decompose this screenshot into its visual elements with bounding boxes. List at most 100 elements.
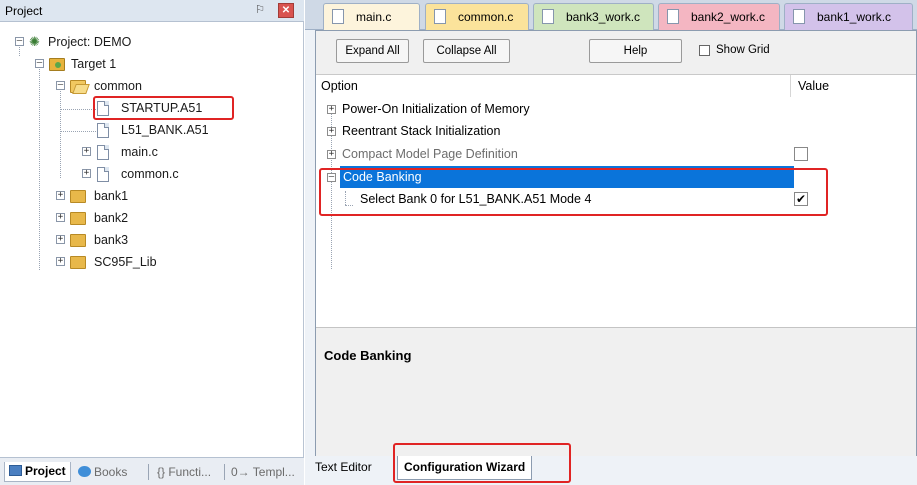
file-icon bbox=[542, 9, 554, 24]
expand-all-button[interactable]: Expand All bbox=[336, 39, 409, 63]
column-divider bbox=[790, 75, 791, 97]
folder-open-icon bbox=[70, 80, 86, 93]
tab-bank3-work-c[interactable]: bank3_work.c bbox=[533, 3, 654, 30]
tree-item-label: bank2 bbox=[94, 211, 129, 225]
file-tab-strip: main.c common.c bank3_work.c bank2_work.… bbox=[305, 0, 917, 30]
tree-item-label: STARTUP.A51 bbox=[121, 101, 203, 115]
tab-label: Project bbox=[25, 464, 66, 478]
file-icon bbox=[434, 9, 446, 24]
option-label: Select Bank 0 for L51_BANK.A51 Mode 4 bbox=[360, 192, 592, 206]
tree-item-group-bank1[interactable]: + bank1 bbox=[0, 186, 300, 206]
tree-item-group-bank2[interactable]: + bank2 bbox=[0, 208, 300, 228]
project-panel-tabs: Project Books {} Functi... 0→ Templ... bbox=[0, 457, 304, 485]
collapse-icon[interactable]: – bbox=[35, 59, 44, 68]
folder-icon bbox=[70, 256, 86, 269]
option-row-select-bank[interactable]: Select Bank 0 for L51_BANK.A51 Mode 4 ✔ bbox=[316, 188, 916, 210]
folder-icon bbox=[70, 190, 86, 203]
expand-icon[interactable]: + bbox=[56, 257, 65, 266]
editor-mode-tabs: Text Editor Configuration Wizard bbox=[305, 443, 917, 485]
tab-label: Books bbox=[94, 465, 128, 479]
tree-item-group-common[interactable]: – common bbox=[0, 76, 300, 96]
tree-item-label: Project: DEMO bbox=[48, 35, 132, 49]
collapse-icon[interactable]: – bbox=[56, 81, 65, 90]
tree-item-target[interactable]: – Target 1 bbox=[0, 54, 300, 74]
select-bank-value-checkbox[interactable]: ✔ bbox=[794, 192, 808, 206]
tree-item-file-startup[interactable]: STARTUP.A51 bbox=[0, 98, 300, 118]
tab-books[interactable]: Books bbox=[78, 462, 127, 482]
tab-label: {} Functi... bbox=[157, 465, 212, 479]
collapse-icon[interactable]: – bbox=[327, 173, 336, 182]
show-grid-label: Show Grid bbox=[716, 44, 770, 56]
tab-project[interactable]: Project bbox=[4, 462, 71, 482]
expand-icon[interactable]: + bbox=[82, 147, 91, 156]
project-panel: Project ⚐ ✕ – ✺ Project: DEMO – Target 1… bbox=[0, 0, 304, 485]
expand-icon[interactable]: + bbox=[327, 150, 336, 159]
pin-icon[interactable]: ⚐ bbox=[253, 3, 267, 17]
option-column-header: Option bbox=[321, 79, 358, 93]
file-icon bbox=[793, 9, 805, 24]
target-icon bbox=[49, 58, 65, 71]
tab-label: Text Editor bbox=[315, 460, 372, 474]
tab-divider bbox=[224, 464, 225, 480]
folder-icon bbox=[70, 234, 86, 247]
tree-item-label: L51_BANK.A51 bbox=[121, 123, 209, 137]
tab-divider bbox=[148, 464, 149, 480]
tab-templates[interactable]: 0→ Templ... bbox=[231, 462, 295, 482]
tree-item-label: common bbox=[94, 79, 142, 93]
option-label: Reentrant Stack Initialization bbox=[342, 124, 501, 138]
tab-functions[interactable]: {} Functi... bbox=[157, 462, 211, 482]
tree-item-label: SC95F_Lib bbox=[94, 255, 157, 269]
close-icon[interactable]: ✕ bbox=[278, 3, 294, 18]
file-icon bbox=[332, 9, 344, 24]
expand-icon[interactable]: + bbox=[327, 105, 336, 114]
tab-main-c[interactable]: main.c bbox=[323, 3, 420, 30]
collapse-all-button[interactable]: Collapse All bbox=[423, 39, 510, 63]
file-icon bbox=[97, 101, 109, 116]
tree-item-file-common[interactable]: + common.c bbox=[0, 164, 300, 184]
description-pane: Code Banking bbox=[316, 327, 916, 457]
option-label: Power-On Initialization of Memory bbox=[342, 102, 530, 116]
tab-configuration-wizard[interactable]: Configuration Wizard bbox=[397, 456, 533, 480]
tree-item-project[interactable]: – ✺ Project: DEMO bbox=[0, 32, 300, 52]
compact-value-checkbox[interactable] bbox=[794, 147, 808, 161]
tab-label: bank3_work.c bbox=[566, 10, 641, 24]
help-button[interactable]: Help bbox=[589, 39, 682, 63]
tree-item-label: Target 1 bbox=[71, 57, 117, 71]
value-column-header: Value bbox=[798, 79, 830, 93]
expand-icon[interactable]: + bbox=[56, 213, 65, 222]
file-icon bbox=[667, 9, 679, 24]
tree-item-file-main[interactable]: + main.c bbox=[0, 142, 300, 162]
tab-bank1-work-c[interactable]: bank1_work.c bbox=[784, 3, 913, 30]
option-row-code-banking[interactable]: – Code Banking bbox=[316, 166, 916, 188]
options-header: Option Value bbox=[316, 75, 916, 97]
wizard-toolbar: Expand All Collapse All Help Show Grid bbox=[316, 31, 916, 75]
collapse-icon[interactable]: – bbox=[15, 37, 24, 46]
tab-bank2-work-c[interactable]: bank2_work.c bbox=[658, 3, 780, 30]
option-label: Compact Model Page Definition bbox=[342, 147, 518, 161]
project-icon: ✺ bbox=[29, 34, 40, 49]
option-row-compact[interactable]: + Compact Model Page Definition bbox=[316, 143, 916, 165]
tree-item-group-lib[interactable]: + SC95F_Lib bbox=[0, 252, 300, 272]
option-row-power-on[interactable]: + Power-On Initialization of Memory bbox=[316, 98, 916, 120]
tab-label: main.c bbox=[356, 10, 392, 24]
expand-icon[interactable]: + bbox=[327, 127, 336, 136]
file-icon bbox=[97, 167, 109, 182]
show-grid-checkbox[interactable] bbox=[699, 45, 710, 56]
tab-common-c[interactable]: common.c bbox=[425, 3, 529, 30]
books-icon bbox=[78, 466, 91, 477]
expand-icon[interactable]: + bbox=[82, 169, 91, 178]
expand-icon[interactable]: + bbox=[56, 191, 65, 200]
tab-label: 0→ Templ... bbox=[231, 465, 295, 479]
tree-item-label: bank3 bbox=[94, 233, 129, 247]
description-title: Code Banking bbox=[324, 348, 412, 363]
option-row-reentrant[interactable]: + Reentrant Stack Initialization bbox=[316, 120, 916, 142]
tab-text-editor[interactable]: Text Editor bbox=[315, 456, 372, 480]
tree-item-label: bank1 bbox=[94, 189, 129, 203]
tab-label: common.c bbox=[458, 10, 514, 24]
tree-item-file-l51bank[interactable]: L51_BANK.A51 bbox=[0, 120, 300, 140]
editor-area: main.c common.c bank3_work.c bank2_work.… bbox=[305, 0, 917, 485]
tree-item-group-bank3[interactable]: + bank3 bbox=[0, 230, 300, 250]
file-icon bbox=[97, 145, 109, 160]
expand-icon[interactable]: + bbox=[56, 235, 65, 244]
option-label: Code Banking bbox=[340, 166, 794, 188]
